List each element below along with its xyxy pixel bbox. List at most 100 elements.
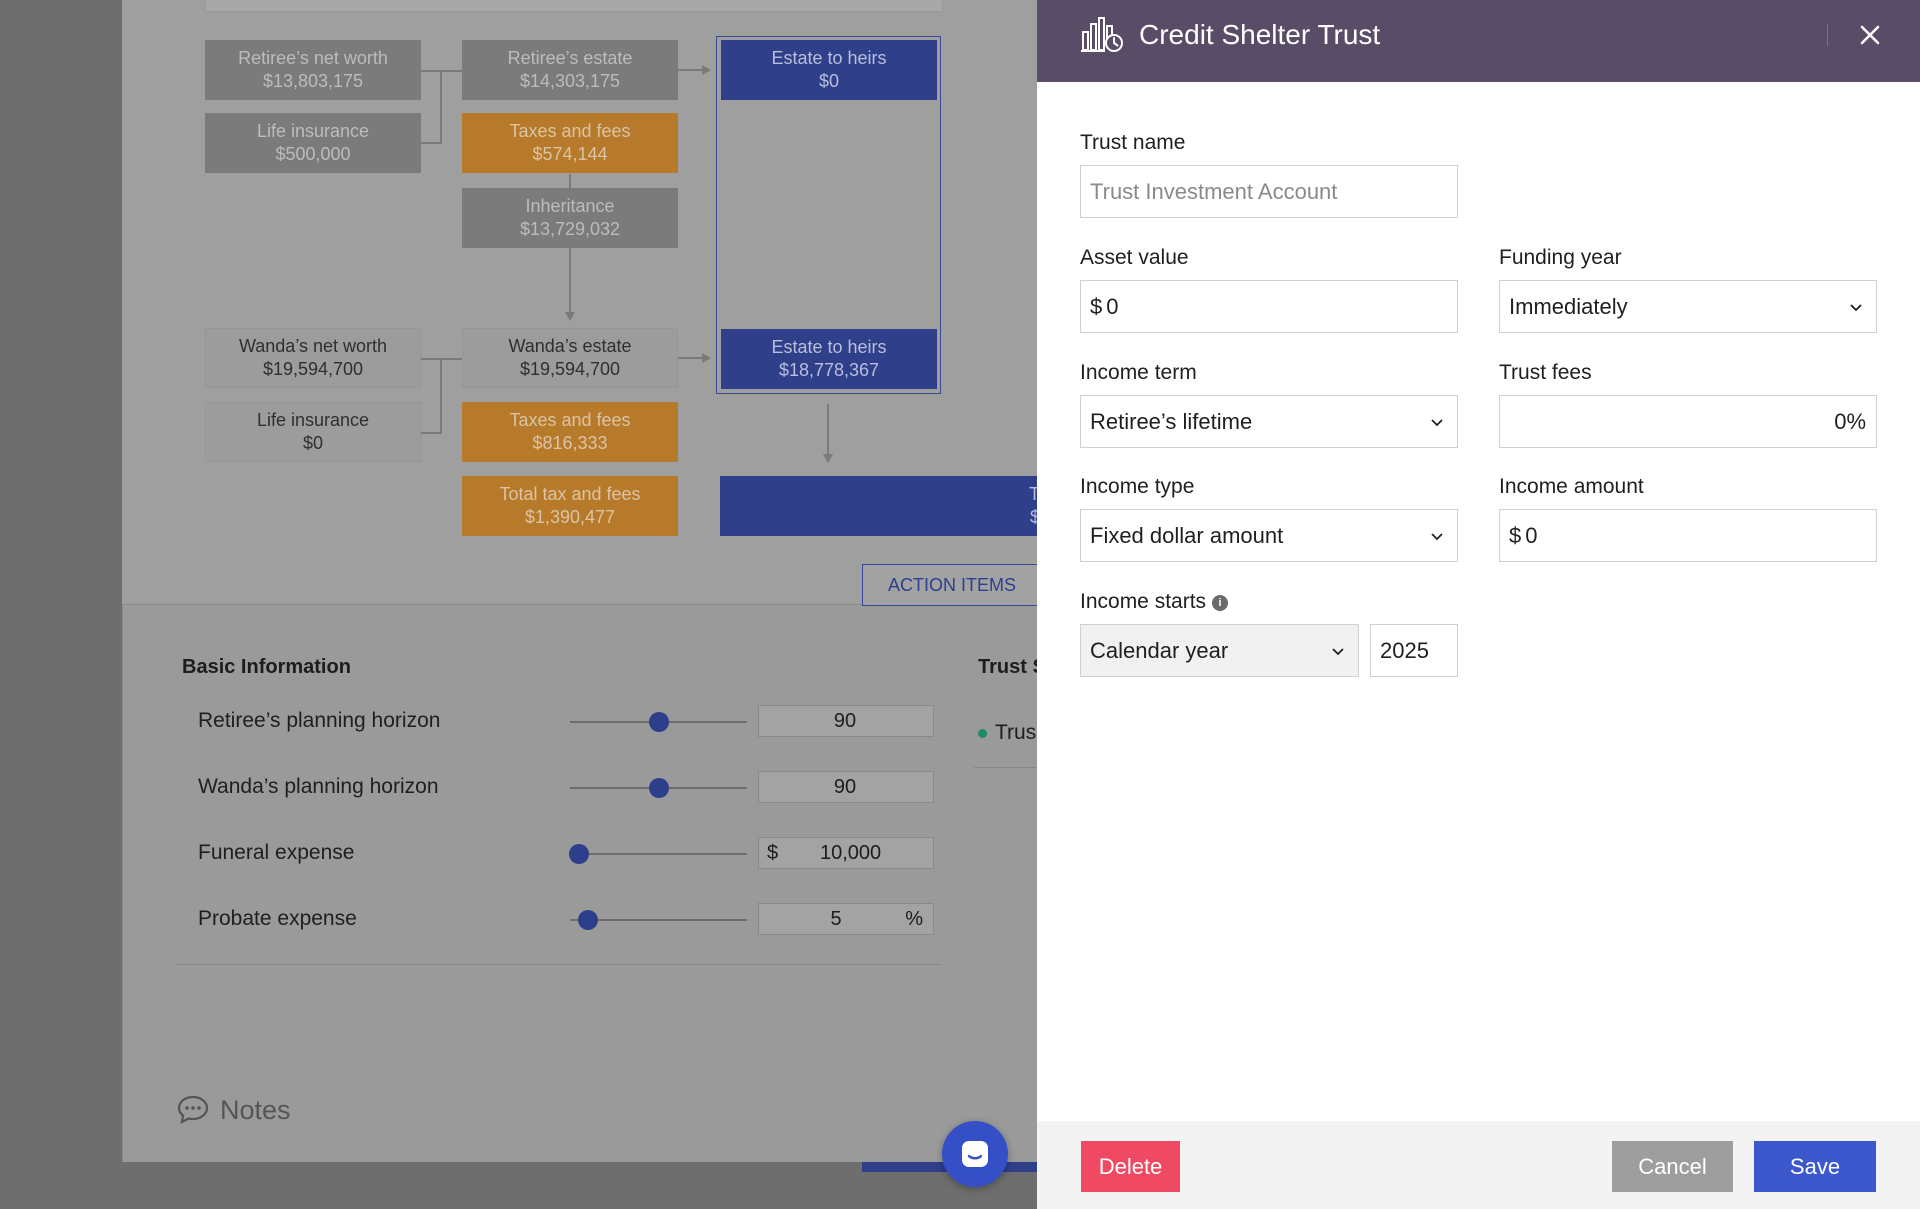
income-type-label: Income type <box>1080 475 1195 498</box>
value-text: 90 <box>833 775 857 798</box>
chevron-down-icon <box>1431 532 1443 540</box>
setting-value-input[interactable]: 90 <box>758 705 934 737</box>
slider-thumb[interactable] <box>648 712 669 732</box>
status-dot <box>978 728 987 738</box>
box-value: $13,803,175 <box>262 71 364 91</box>
section-divider <box>176 964 941 965</box>
value-text: 90 <box>833 709 857 732</box>
setting-value-input[interactable]: $10,000 <box>758 837 934 869</box>
setting-label: Funeral expense <box>198 841 355 864</box>
income-starts-label: Income starts i <box>1080 590 1229 614</box>
info-icon[interactable]: i <box>1212 595 1229 611</box>
income-type-select[interactable]: Fixed dollar amount <box>1080 509 1458 562</box>
panel-title: Credit Shelter Trust <box>1139 19 1381 50</box>
close-button[interactable] <box>1853 18 1887 52</box>
box-value: $19,594,700 <box>519 359 621 379</box>
box-value: $14,303,175 <box>519 71 621 91</box>
box-value: $500,000 <box>275 144 351 164</box>
asset-value-input[interactable]: $ 0 <box>1080 280 1458 333</box>
income-starts-year-value: 2025 <box>1380 637 1429 663</box>
box-label: Life insurance <box>256 410 370 430</box>
slider-thumb[interactable] <box>577 910 598 930</box>
connector-line <box>569 248 571 312</box>
income-term-select[interactable]: Retiree’s lifetime <box>1080 395 1458 448</box>
slider-thumb[interactable] <box>648 778 669 798</box>
setting-value-input[interactable]: 90 <box>758 771 934 803</box>
credit-shelter-trust-panel: Credit Shelter Trust Trust name Trust In… <box>1037 0 1920 1209</box>
wanda-estate-box: Wanda’s estate $19,594,700 <box>462 328 678 388</box>
box-label: Taxes and fees <box>509 410 631 430</box>
arrow-down-icon <box>823 454 833 463</box>
box-label: Estate to heirs <box>771 337 887 357</box>
connector-line <box>421 142 441 144</box>
trust-fees-label: Trust fees <box>1499 361 1592 384</box>
value-prefix: $ <box>767 841 779 864</box>
notes-section[interactable]: Notes <box>176 1094 291 1126</box>
chevron-down-icon <box>1332 647 1344 655</box>
setting-value-input[interactable]: 5% <box>758 903 934 935</box>
delete-button[interactable]: Delete <box>1081 1141 1180 1192</box>
cancel-button[interactable]: Cancel <box>1612 1141 1733 1192</box>
value-text: 10,000 <box>819 841 882 864</box>
slider-thumb[interactable] <box>568 844 589 864</box>
trust-item: Trus <box>978 721 1036 745</box>
setting-label: Wanda’s planning horizon <box>198 775 439 798</box>
inheritance-box: Inheritance $13,729,032 <box>462 188 678 248</box>
box-label: Wanda’s estate <box>508 336 632 356</box>
income-amount-input[interactable]: $ 0 <box>1499 509 1877 562</box>
trust-name-placeholder: Trust Investment Account <box>1090 178 1338 204</box>
box-label: Wanda’s net worth <box>238 336 388 356</box>
box-value: $18,778,367 <box>778 360 880 380</box>
wanda-life-insurance-box: Life insurance $0 <box>205 402 421 462</box>
trust-fees-value: 0% <box>1834 408 1866 434</box>
close-icon <box>1860 25 1880 45</box>
basic-information-title: Basic Information <box>182 656 351 678</box>
notes-label: Notes <box>220 1094 291 1125</box>
income-amount-value: 0 <box>1525 522 1538 548</box>
asset-value-value: 0 <box>1106 293 1119 319</box>
connector-line <box>678 357 702 359</box>
trust-name-label: Trust name <box>1080 131 1186 154</box>
slider-track[interactable] <box>570 853 747 855</box>
connector-line <box>440 70 442 144</box>
connector-line <box>678 69 702 71</box>
box-value: $19,594,700 <box>262 359 364 379</box>
trust-divider <box>974 767 1042 768</box>
messenger-button[interactable] <box>942 1121 1008 1187</box>
box-value: $0 <box>818 71 840 91</box>
trust-section-title: Trust S <box>978 656 1046 678</box>
total-estate-box: T $ <box>720 476 1040 536</box>
trust-fees-input[interactable]: 0% <box>1499 395 1877 448</box>
header-separator <box>1827 24 1828 46</box>
funding-year-select[interactable]: Immediately <box>1499 280 1877 333</box>
income-amount-label: Income amount <box>1499 475 1644 498</box>
chevron-down-icon <box>1431 418 1443 426</box>
retiree-taxes-box: Taxes and fees $574,144 <box>462 113 678 173</box>
trust-name-input[interactable]: Trust Investment Account <box>1080 165 1458 218</box>
save-button[interactable]: Save <box>1754 1141 1876 1192</box>
box-value: $0 <box>302 433 324 453</box>
box-label: Inheritance <box>525 196 615 216</box>
box-label: Total tax and fees <box>499 484 641 504</box>
income-starts-basis-select[interactable]: Calendar year <box>1080 624 1359 677</box>
arrow-right-icon <box>702 65 711 75</box>
wanda-net-worth-box: Wanda’s net worth $19,594,700 <box>205 328 421 388</box>
action-items-button[interactable]: ACTION ITEMS <box>862 564 1042 606</box>
income-term-value: Retiree’s lifetime <box>1090 408 1253 434</box>
box-label: Life insurance <box>256 121 370 141</box>
value-text: 5 <box>830 907 842 930</box>
box-label: Taxes and fees <box>509 121 631 141</box>
box-value: $574,144 <box>532 144 608 164</box>
setting-label: Retiree’s planning horizon <box>198 709 441 732</box>
box-value: $13,729,032 <box>519 219 621 239</box>
wanda-taxes-box: Taxes and fees $816,333 <box>462 402 678 462</box>
funding-year-value: Immediately <box>1509 293 1628 319</box>
income-starts-year-input[interactable]: 2025 <box>1370 624 1458 677</box>
connector-line <box>569 174 571 188</box>
income-starts-text: Income starts <box>1080 590 1207 613</box>
arrow-down-icon <box>565 312 575 321</box>
box-label: Retiree’s estate <box>507 48 633 68</box>
chat-bubble-icon <box>177 1095 209 1125</box>
value-suffix: % <box>905 907 923 930</box>
retiree-estate-box: Retiree’s estate $14,303,175 <box>462 40 678 100</box>
